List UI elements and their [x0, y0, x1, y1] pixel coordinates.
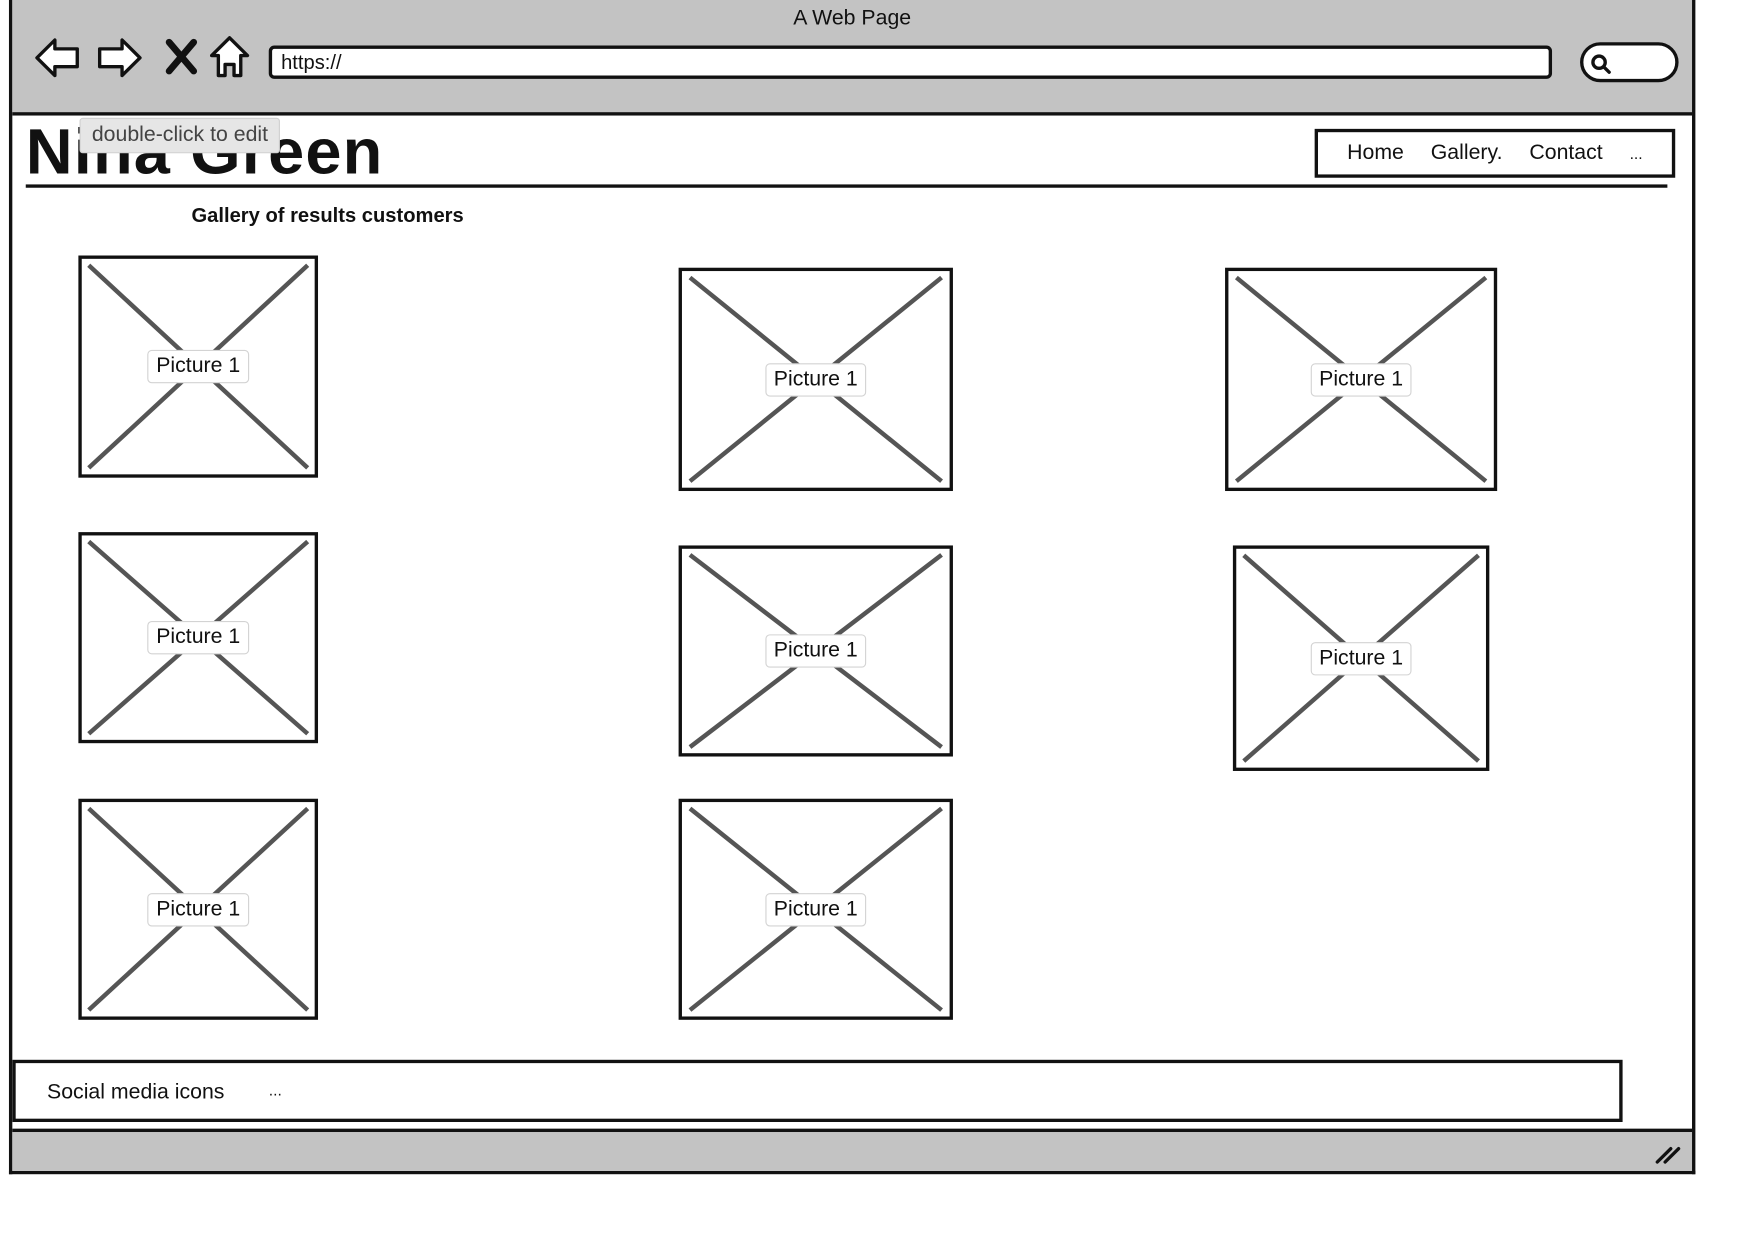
menu-item-more[interactable]: ... [1630, 144, 1643, 162]
forward-arrow-icon[interactable] [95, 33, 144, 82]
menu-item-contact[interactable]: Contact [1529, 141, 1602, 165]
edit-tooltip: double-click to edit [79, 117, 281, 154]
url-input[interactable]: https:// [268, 45, 1553, 79]
menu-item-home[interactable]: Home [1347, 141, 1404, 165]
social-media-label: Social media icons [47, 1080, 225, 1105]
home-icon[interactable] [205, 33, 254, 82]
browser-window: A Web Page https:// Nina Green double-cl… [8, 0, 1696, 1175]
picture-label: Picture 1 [1310, 641, 1413, 675]
gallery-picture[interactable]: Picture 1 [1232, 545, 1490, 771]
gallery-picture[interactable]: Picture 1 [678, 267, 953, 492]
gallery-title: Gallery of results customers [191, 204, 464, 227]
picture-label: Picture 1 [1310, 362, 1413, 397]
gallery-picture[interactable]: Picture 1 [1225, 267, 1498, 492]
picture-label: Picture 1 [764, 892, 867, 926]
picture-label: Picture 1 [764, 634, 867, 668]
gallery-picture[interactable]: Picture 1 [78, 798, 319, 1020]
window-title: A Web Page [793, 6, 912, 30]
stop-icon[interactable] [158, 33, 207, 82]
browser-toolbar: A Web Page https:// [12, 0, 1693, 116]
back-arrow-icon[interactable] [32, 33, 81, 82]
gallery-picture[interactable]: Picture 1 [678, 798, 953, 1020]
status-bar [12, 1128, 1693, 1171]
picture-label: Picture 1 [147, 892, 250, 926]
picture-label: Picture 1 [764, 362, 867, 397]
gallery-picture[interactable]: Picture 1 [78, 532, 319, 744]
gallery-picture[interactable]: Picture 1 [78, 255, 319, 478]
footer-bar: Social media icons ... [12, 1059, 1623, 1123]
menu-item-gallery[interactable]: Gallery. [1431, 141, 1503, 165]
resize-grip-icon[interactable] [1654, 1143, 1681, 1165]
gallery-picture[interactable]: Picture 1 [678, 545, 953, 757]
header-divider [25, 184, 1668, 188]
footer-more[interactable]: ... [269, 1081, 282, 1099]
search-button[interactable] [1580, 42, 1679, 83]
nav-menu: Home Gallery. Contact ... [1314, 128, 1676, 178]
search-icon [1591, 54, 1611, 74]
picture-label: Picture 1 [147, 349, 250, 384]
picture-label: Picture 1 [147, 620, 250, 655]
